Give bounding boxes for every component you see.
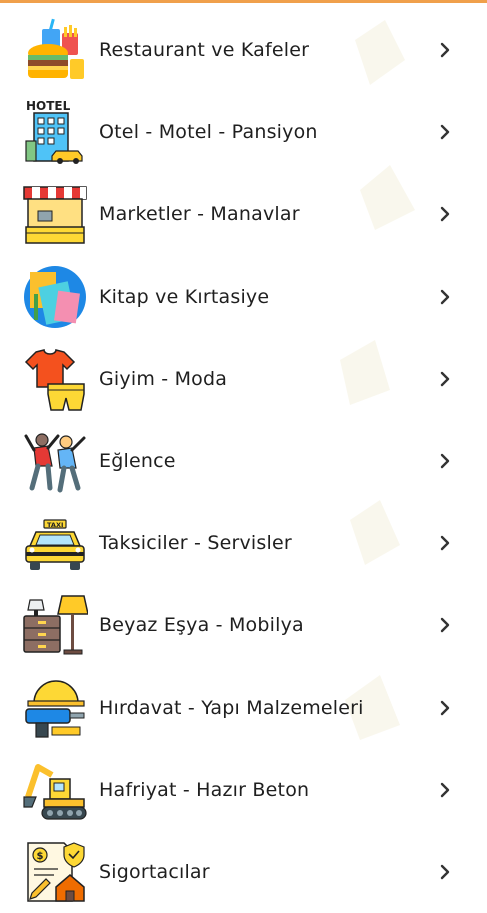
category-row-hotel[interactable]: HOTEL Otel - Motel - Pansiyon — [0, 91, 487, 173]
category-label: Kitap ve Kırtasiye — [99, 285, 270, 308]
category-label: Hafriyat - Hazır Beton — [99, 778, 310, 801]
chevron-right-icon — [438, 533, 452, 553]
category-label: Eğlence — [99, 450, 176, 473]
category-label: Giyim - Moda — [99, 367, 228, 390]
category-row-taxi[interactable]: TAXI Taksiciler - Servisler — [0, 502, 487, 584]
chevron-right-icon — [438, 780, 452, 800]
chevron-right-icon — [438, 122, 452, 142]
category-row-hardware[interactable]: Hırdavat - Yapı Malzemeleri — [0, 667, 487, 749]
hotel-building-icon: HOTEL — [22, 99, 88, 165]
category-label: Beyaz Eşya - Mobilya — [99, 614, 304, 637]
category-row-insurance[interactable]: $ Sigortacılar — [0, 831, 487, 913]
chevron-right-icon — [438, 287, 452, 307]
chevron-right-icon — [438, 615, 452, 635]
burger-fries-drink-icon — [22, 17, 88, 83]
category-label: Marketler - Manavlar — [99, 203, 300, 226]
clothes-icon — [22, 346, 88, 412]
chevron-right-icon — [438, 451, 452, 471]
category-label: Taksiciler - Servisler — [99, 532, 292, 555]
category-row-restaurant[interactable]: Restaurant ve Kafeler — [0, 9, 487, 91]
category-row-market[interactable]: Marketler - Manavlar — [0, 173, 487, 255]
chevron-right-icon — [438, 40, 452, 60]
category-row-books[interactable]: Kitap ve Kırtasiye — [0, 256, 487, 338]
dancing-people-icon — [22, 428, 88, 494]
chevron-right-icon — [438, 862, 452, 882]
drill-helmet-icon — [22, 675, 88, 741]
top-accent-bar — [0, 0, 487, 3]
category-label: Restaurant ve Kafeler — [99, 39, 310, 62]
taxi-sign-text: TAXI — [47, 521, 63, 529]
category-row-entertainment[interactable]: Eğlence — [0, 420, 487, 502]
category-label: Hırdavat - Yapı Malzemeleri — [99, 696, 364, 719]
hotel-sign-text: HOTEL — [26, 99, 71, 113]
dollar-symbol-icon: $ — [37, 851, 44, 862]
category-list: Restaurant ve Kafeler HOTEL Otel - Motel… — [0, 9, 487, 913]
category-label: Otel - Motel - Pansiyon — [99, 121, 318, 144]
category-row-furniture[interactable]: Beyaz Eşya - Mobilya — [0, 584, 487, 666]
excavator-icon — [22, 757, 88, 823]
category-row-clothing[interactable]: Giyim - Moda — [0, 338, 487, 420]
books-stationery-icon — [22, 264, 88, 330]
market-stall-icon — [22, 181, 88, 247]
category-label: Sigortacılar — [99, 860, 210, 883]
chevron-right-icon — [438, 698, 452, 718]
chevron-right-icon — [438, 204, 452, 224]
furniture-lamp-icon — [22, 592, 88, 658]
taxi-icon: TAXI — [22, 510, 88, 576]
category-row-excavation[interactable]: Hafriyat - Hazır Beton — [0, 749, 487, 831]
insurance-document-icon: $ — [22, 839, 88, 905]
chevron-right-icon — [438, 369, 452, 389]
